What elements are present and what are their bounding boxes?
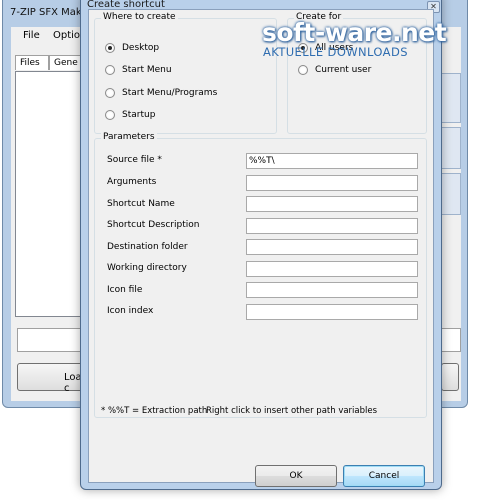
destination-folder-label: Destination folder [107, 242, 188, 252]
file-list[interactable] [15, 71, 87, 317]
create-shortcut-dialog: Create shortcut ✕ Where to create Deskto… [80, 0, 442, 490]
radio-desktop[interactable]: Desktop [105, 41, 159, 55]
create-for-group: Create for All users Current user [287, 12, 427, 134]
background-right-button[interactable] [441, 363, 459, 391]
where-to-create-legend: Where to create [101, 12, 178, 22]
cancel-button[interactable]: Cancel [343, 465, 425, 487]
radio-label: All users [315, 43, 354, 53]
arguments-input[interactable] [246, 175, 418, 191]
arguments-label: Arguments [107, 177, 157, 187]
radio-button[interactable] [105, 110, 115, 120]
ok-button[interactable]: OK [255, 465, 337, 487]
radio-label: Start Menu/Programs [122, 88, 218, 98]
destination-folder-input[interactable] [246, 239, 418, 255]
shortcut-name-input[interactable] [246, 196, 418, 212]
shortcut-description-input[interactable] [246, 218, 418, 234]
working-directory-input[interactable] [246, 261, 418, 277]
icon-file-input[interactable] [246, 282, 418, 298]
radio-button-checked[interactable] [298, 43, 308, 53]
menu-file[interactable]: File [23, 30, 40, 41]
radio-current-user[interactable]: Current user [298, 63, 371, 77]
create-for-legend: Create for [294, 12, 344, 22]
shortcut-description-label: Shortcut Description [107, 220, 200, 230]
background-side-button[interactable] [441, 127, 461, 169]
where-to-create-group: Where to create Desktop Start Menu Start… [94, 12, 277, 134]
source-file-label: Source file * [107, 155, 162, 165]
background-window-title: 7-ZIP SFX Make [10, 7, 88, 18]
radio-label: Desktop [122, 43, 160, 53]
radio-all-users[interactable]: All users [298, 41, 353, 55]
radio-button-checked[interactable] [105, 43, 115, 53]
menu-options[interactable]: Optio [53, 30, 80, 41]
parameters-legend: Parameters [101, 132, 157, 142]
source-file-input[interactable] [246, 153, 418, 169]
radio-label: Startup [122, 110, 156, 120]
working-directory-label: Working directory [107, 263, 187, 273]
radio-button[interactable] [105, 65, 115, 75]
radio-start-menu[interactable]: Start Menu [105, 63, 172, 77]
radio-start-menu-programs[interactable]: Start Menu/Programs [105, 86, 217, 100]
path-variables-hint: Right click to insert other path variabl… [206, 406, 378, 416]
icon-file-label: Icon file [107, 285, 143, 295]
radio-label: Start Menu [122, 65, 172, 75]
tab-files[interactable]: Files [15, 55, 49, 70]
radio-label: Current user [315, 65, 372, 75]
background-side-button[interactable] [441, 173, 461, 215]
background-right-panel [441, 328, 461, 352]
shortcut-name-label: Shortcut Name [107, 199, 175, 209]
background-side-button[interactable] [441, 73, 461, 123]
icon-index-label: Icon index [107, 306, 154, 316]
icon-index-input[interactable] [246, 304, 418, 320]
radio-startup[interactable]: Startup [105, 108, 155, 122]
parameters-group: Parameters Source file * Arguments Short… [94, 132, 427, 418]
dialog-client: Where to create Desktop Start Menu Start… [88, 9, 434, 487]
extraction-path-footnote: * %%T = Extraction path [101, 406, 208, 416]
radio-button[interactable] [298, 65, 308, 75]
radio-button[interactable] [105, 88, 115, 98]
